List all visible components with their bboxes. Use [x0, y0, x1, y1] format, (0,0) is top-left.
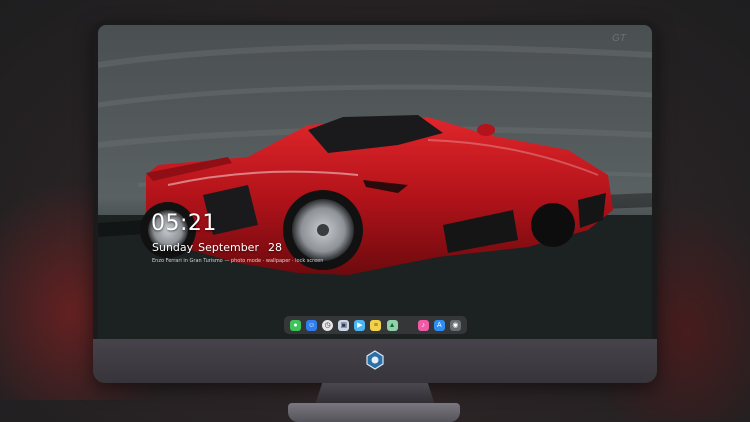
wallpaper-car-image [98, 25, 652, 339]
lock-clock: 05:21 [151, 211, 217, 236]
monitor-stand-neck [315, 383, 435, 405]
lock-date: Sunday September 28 [152, 241, 287, 254]
wallpaper-caption: Enzo Ferrari in Gran Turismo — photo mod… [152, 258, 324, 264]
camera-icon[interactable]: ◉ [449, 319, 461, 331]
screen: GT 05:21 Sunday September 28 Enzo Ferrari … [98, 25, 652, 339]
monitor-chin [93, 339, 657, 383]
photos-frame-icon[interactable]: ▣ [338, 319, 350, 331]
monitor: GT 05:21 Sunday September 28 Enzo Ferrari … [93, 21, 657, 383]
notes-pad-icon[interactable]: ≡ [370, 319, 382, 331]
dock: ● ☺ ◷ ▣ ▶ ≡ ▲ ♪ A ◉ [284, 316, 467, 334]
date-day: 28 [267, 241, 282, 254]
message-bubble-icon[interactable]: ● [290, 319, 301, 331]
clock-icon[interactable]: ◷ [322, 319, 334, 331]
clapper-icon[interactable]: ▶ [354, 319, 366, 331]
date-month: September [198, 241, 259, 254]
date-weekday: Sunday [152, 241, 194, 254]
image-icon[interactable]: ▲ [386, 319, 398, 331]
app-store-icon[interactable]: A [433, 319, 445, 331]
finder-face-icon[interactable]: ☺ [306, 319, 318, 331]
music-note-icon[interactable]: ♪ [417, 319, 429, 331]
monitor-stand-base [288, 403, 460, 422]
brand-logo-icon [366, 350, 384, 370]
watermark-logo: GT [612, 33, 626, 44]
